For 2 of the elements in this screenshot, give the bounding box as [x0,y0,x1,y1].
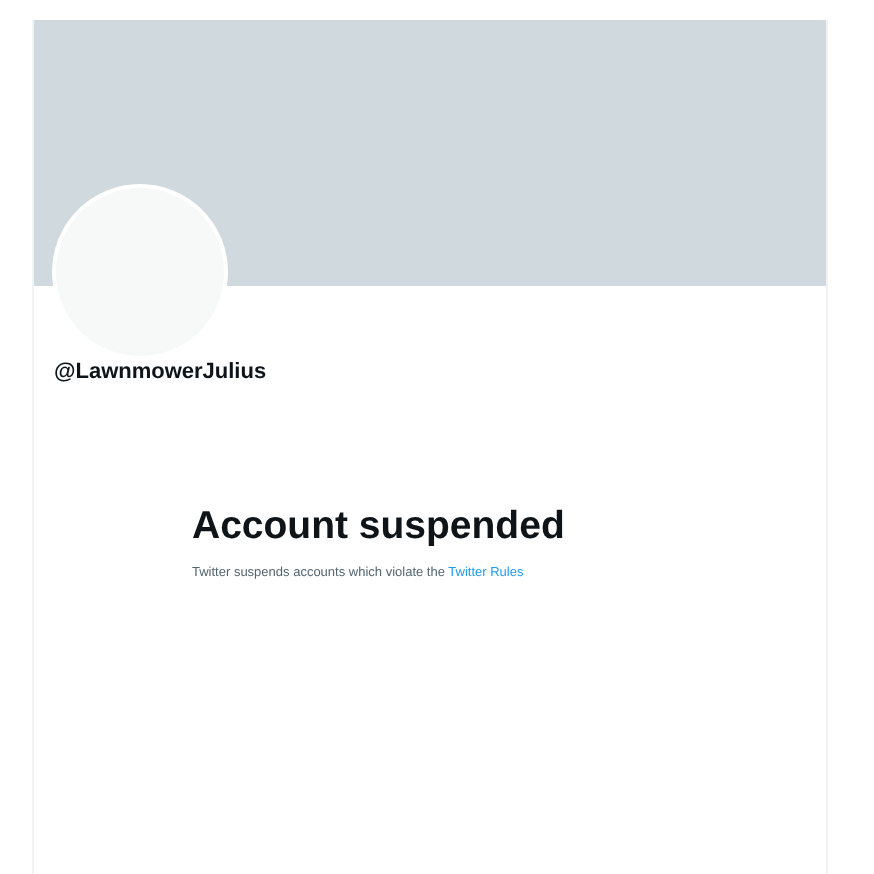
profile-handle: @LawnmowerJulius [54,360,267,384]
notice-title: Account suspended [192,504,565,550]
